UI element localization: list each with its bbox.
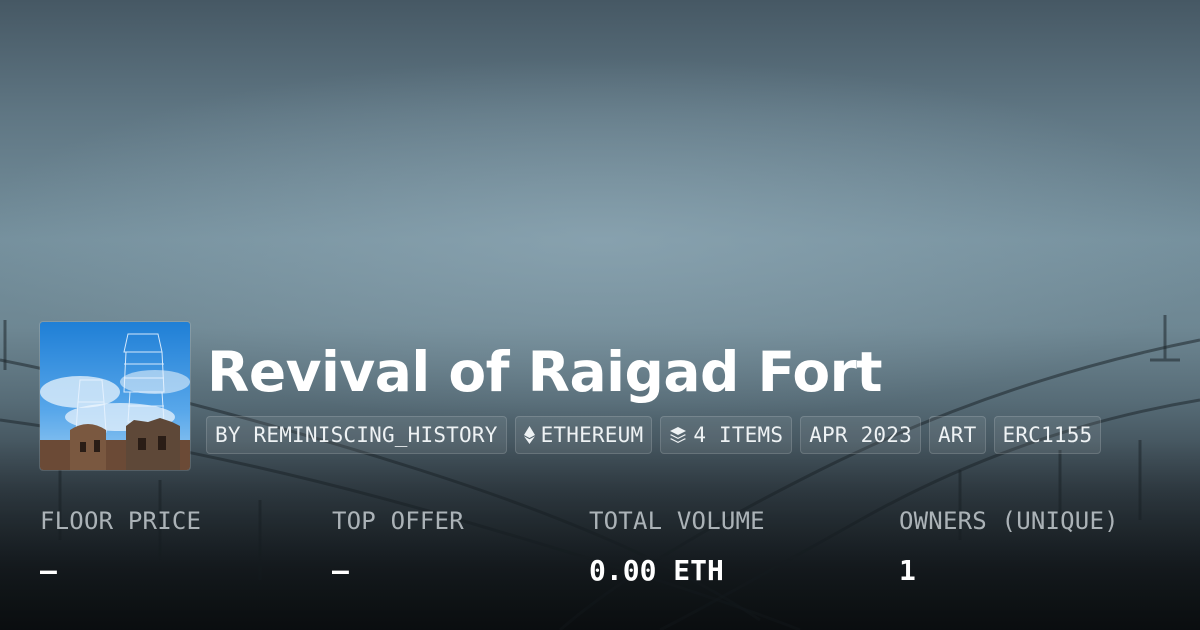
- category-label: ART: [937, 423, 977, 447]
- floor-price-value: –: [40, 554, 57, 587]
- floor-price-stat: FLOOR PRICE –: [40, 503, 201, 589]
- category-tag[interactable]: ART: [928, 416, 986, 454]
- chain-tag: ETHEREUM: [514, 416, 653, 454]
- top-offer-value: –: [332, 554, 349, 587]
- total-volume-value: 0.00 ETH: [589, 554, 724, 587]
- items-count-label: 4 ITEMS: [693, 423, 784, 447]
- collection-title: Revival of Raigad Fort: [207, 340, 883, 404]
- top-offer-label: TOP OFFER: [332, 507, 464, 535]
- top-offer-stat: TOP OFFER –: [332, 503, 464, 589]
- created-date-label: APR 2023: [809, 423, 912, 447]
- floor-price-label: FLOOR PRICE: [40, 507, 202, 535]
- layers-icon: [669, 426, 687, 444]
- total-volume-label: TOTAL VOLUME: [589, 507, 765, 535]
- creator-tag[interactable]: BY REMINISCING_HISTORY: [206, 416, 507, 454]
- collection-tags: BY REMINISCING_HISTORY ETHEREUM 4 ITEMS …: [206, 416, 1102, 454]
- fort-artwork-image: [40, 322, 190, 470]
- token-standard-tag: ERC1155: [993, 416, 1102, 454]
- owners-value: 1: [899, 554, 916, 587]
- collection-thumbnail: [40, 322, 190, 470]
- token-standard-label: ERC1155: [1002, 423, 1093, 447]
- creator-label: BY REMINISCING_HISTORY: [215, 423, 498, 447]
- ethereum-icon: [523, 426, 535, 444]
- chain-label: ETHEREUM: [540, 423, 644, 447]
- items-count-tag: 4 ITEMS: [660, 416, 793, 454]
- owners-stat: OWNERS (UNIQUE) 1: [899, 503, 1119, 589]
- created-date-tag: APR 2023: [800, 416, 921, 454]
- owners-label: OWNERS (UNIQUE): [899, 507, 1119, 535]
- total-volume-stat: TOTAL VOLUME 0.00 ETH: [589, 503, 765, 589]
